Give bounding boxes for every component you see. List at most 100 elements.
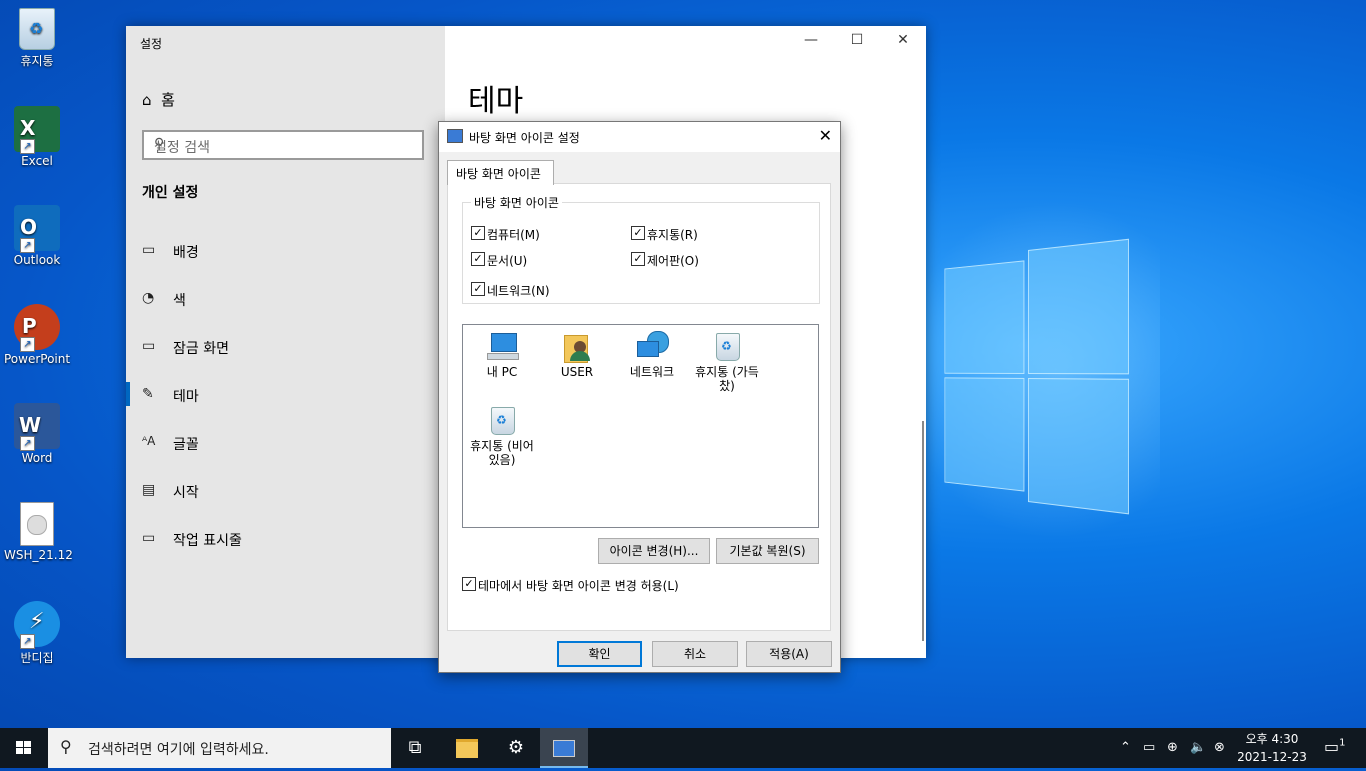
list-item-label: 네트워크	[615, 365, 689, 379]
nav-label: 작업 표시줄	[173, 530, 242, 550]
powerpoint-icon: P ↗	[14, 304, 60, 350]
settings-app-title: 설정	[140, 35, 162, 52]
shortcut-arrow-icon: ↗	[20, 139, 35, 154]
scrollbar[interactable]	[922, 421, 924, 641]
ok-button[interactable]: 확인	[557, 641, 642, 667]
network-globe-icon	[635, 331, 669, 361]
nav-item-color[interactable]: ◔ 색	[126, 280, 445, 316]
list-item-network[interactable]: 네트워크	[615, 331, 689, 379]
speaker-icon[interactable]: 🔈	[1190, 740, 1206, 755]
close-button[interactable]: ✕	[880, 32, 926, 52]
maximize-button[interactable]: ☐	[834, 32, 880, 52]
settings-search-input[interactable]: 설정 검색 ⚲	[142, 130, 424, 160]
check-icon: ✓	[471, 252, 485, 266]
font-icon: ᴬA	[142, 434, 160, 448]
nav-item-lock-screen[interactable]: ▭ 잠금 화면	[126, 328, 445, 364]
search-icon: ⚲	[154, 136, 416, 152]
shortcut-arrow-icon: ↗	[20, 634, 35, 649]
desktop-icon-label: Excel	[4, 154, 70, 168]
home-label: 홈	[161, 91, 175, 109]
nav-item-background[interactable]: ▭ 배경	[126, 232, 445, 268]
icon-list: 내 PC USER 네트워크 ♻ 휴지통 (가득 찼) ♻ 휴지통 (비어 있음…	[462, 324, 819, 528]
list-item-label: 내 PC	[465, 365, 539, 379]
windows-wallpaper-logo	[944, 206, 1127, 534]
desktop-icon-word[interactable]: W ↗ Word	[4, 403, 70, 465]
minimize-button[interactable]: —	[788, 32, 834, 52]
desktop-icon-label: Outlook	[4, 253, 70, 267]
taskbar: ⚲ 검색하려면 여기에 입력하세요. ⧉ ⚙ ⌃ ▭ ⊕ 🔈 ⊗ 오후 4:30…	[0, 728, 1366, 768]
check-icon: ✓	[462, 577, 476, 591]
gear-icon: ⚙	[508, 737, 524, 758]
image-icon: ▭	[142, 242, 160, 258]
desktop-icon-recycle-bin[interactable]: ♻ 휴지통	[4, 8, 70, 69]
task-view-icon: ⧉	[409, 737, 422, 758]
outlook-icon: O ↗	[14, 205, 60, 251]
search-icon: ⚲	[60, 737, 72, 756]
desktop-icon-powerpoint[interactable]: P ↗ PowerPoint	[4, 304, 70, 366]
list-item-recycle-empty[interactable]: ♻ 휴지통 (비어 있음)	[465, 405, 539, 467]
check-icon: ✓	[631, 226, 645, 240]
chevron-up-icon[interactable]: ⌃	[1120, 740, 1131, 755]
windows-start-icon	[0, 728, 48, 768]
notification-center-button[interactable]: ▭1	[1324, 737, 1346, 756]
file-explorer-button[interactable]	[443, 728, 491, 768]
folder-icon	[456, 739, 478, 758]
tab-panel: 바탕 화면 아이콘 ✓ 컴퓨터(M) ✓ 휴지통(R) ✓ 문서(U) ✓ 제어판(O)…	[447, 183, 831, 631]
list-item-this-pc[interactable]: 내 PC	[465, 331, 539, 379]
list-item-label: 휴지통 (가득 찼)	[690, 365, 764, 393]
list-item-user[interactable]: USER	[540, 331, 614, 379]
monitor-icon	[485, 331, 519, 361]
desktop-settings-icon	[447, 129, 463, 143]
checkbox-label: 네트워크(N)	[487, 282, 550, 299]
checkbox-label: 휴지통(R)	[647, 226, 698, 243]
change-icon-button[interactable]: 아이콘 변경(H)...	[598, 538, 710, 564]
cancel-button[interactable]: 취소	[652, 641, 738, 667]
recycle-bin-full-icon: ♻	[710, 331, 744, 361]
user-folder-icon	[560, 331, 594, 361]
task-view-button[interactable]: ⧉	[391, 728, 439, 768]
desktop-icon-excel[interactable]: X ↗ Excel	[4, 106, 70, 168]
desktop-icon-label: WSH_21.12	[4, 548, 70, 562]
system-clock[interactable]: 오후 4:30 2021-12-23	[1234, 730, 1310, 766]
nav-item-start[interactable]: ▤ 시작	[126, 472, 445, 508]
desktop-icon-label: 휴지통	[4, 52, 70, 69]
desktop-icon-settings-taskbar-button[interactable]	[540, 728, 588, 768]
maximize-icon: ☐	[851, 32, 864, 48]
list-item-label: USER	[540, 365, 614, 379]
desktop-icon-wsh[interactable]: WSH_21.12	[4, 502, 70, 562]
page-title: 테마	[468, 76, 523, 120]
home-link[interactable]: ⌂ 홈	[142, 89, 175, 110]
list-item-recycle-full[interactable]: ♻ 휴지통 (가득 찼)	[690, 331, 764, 393]
dialog-close-button[interactable]: ✕	[819, 126, 832, 145]
start-button[interactable]	[0, 728, 48, 768]
desktop-icon-settings-dialog: 바탕 화면 아이콘 설정 ✕ 바탕 화면 아이콘 바탕 화면 아이콘 ✓ 컴퓨터(…	[438, 121, 841, 673]
checkbox-label: 컴퓨터(M)	[487, 226, 540, 243]
tab-desktop-icons[interactable]: 바탕 화면 아이콘	[447, 160, 554, 185]
desktop-icon-label: Word	[4, 451, 70, 465]
tab-label: 바탕 화면 아이콘	[456, 165, 541, 182]
word-icon: W ↗	[14, 403, 60, 449]
bandizip-icon: ⚡ ↗	[14, 601, 60, 647]
settings-taskbar-button[interactable]: ⚙	[492, 728, 540, 768]
dialog-title: 바탕 화면 아이콘 설정	[469, 129, 580, 146]
mic-muted-icon[interactable]: ⊗	[1214, 740, 1225, 755]
network-globe-icon[interactable]: ⊕	[1167, 740, 1178, 755]
nav-item-fonts[interactable]: ᴬA 글꼴	[126, 424, 445, 460]
nav-label: 테마	[173, 386, 199, 406]
desktop-icon-label: 반디집	[4, 649, 70, 666]
restore-default-button[interactable]: 기본값 복원(S)	[716, 538, 819, 564]
list-item-label: 휴지통 (비어 있음)	[465, 439, 539, 467]
battery-icon[interactable]: ▭	[1143, 740, 1155, 755]
desktop-icon-bandizip[interactable]: ⚡ ↗ 반디집	[4, 601, 70, 666]
apply-button[interactable]: 적용(A)	[746, 641, 832, 667]
clock-date: 2021-12-23	[1234, 748, 1310, 766]
taskbar-search-box[interactable]: ⚲ 검색하려면 여기에 입력하세요.	[48, 728, 391, 768]
home-icon: ⌂	[142, 91, 152, 109]
desktop-icon-outlook[interactable]: O ↗ Outlook	[4, 205, 70, 267]
nav-item-theme[interactable]: ✎ 테마	[126, 376, 445, 412]
theme-brush-icon: ✎	[142, 386, 160, 402]
nav-label: 배경	[173, 242, 199, 262]
check-icon: ✓	[471, 282, 485, 296]
start-icon: ▤	[142, 482, 160, 498]
nav-item-taskbar[interactable]: ▭ 작업 표시줄	[126, 520, 445, 556]
